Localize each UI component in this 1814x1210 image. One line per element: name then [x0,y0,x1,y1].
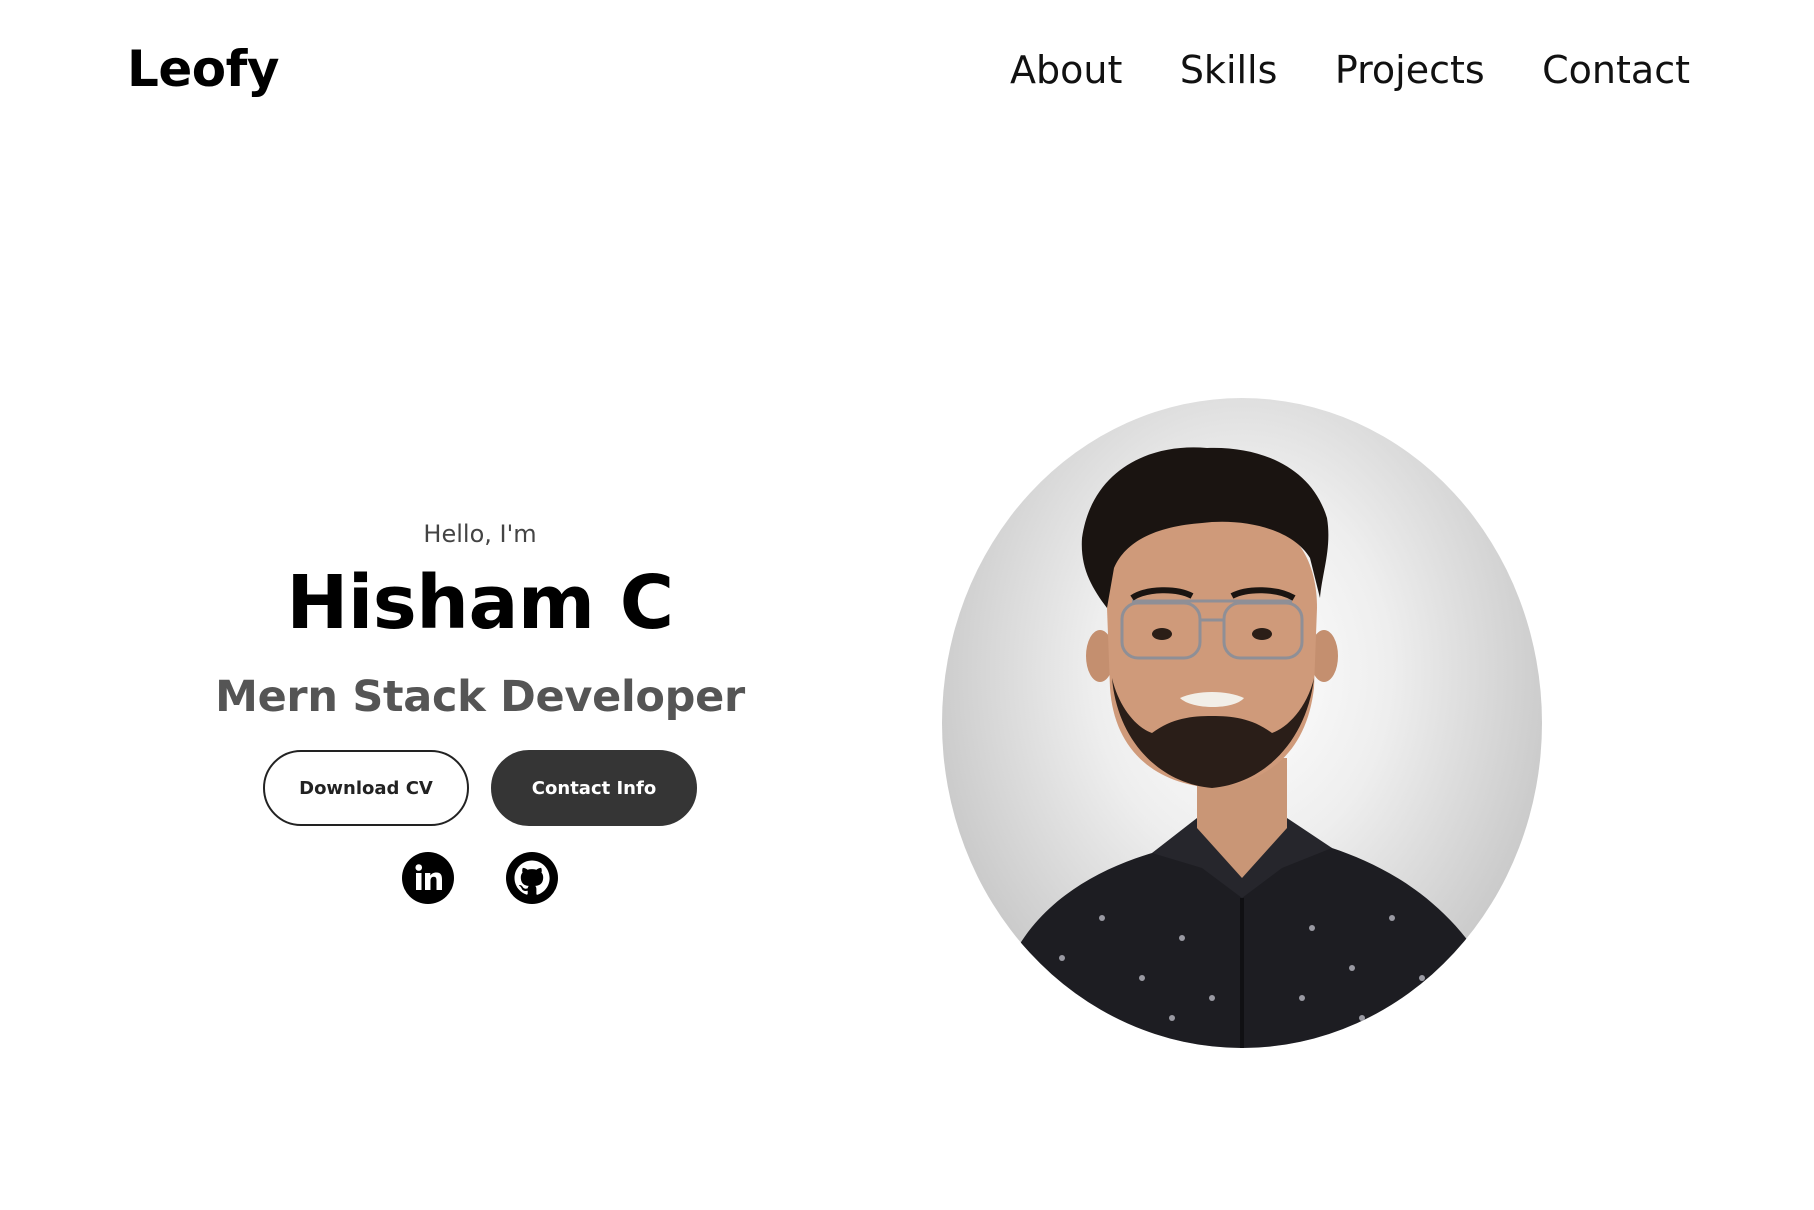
github-icon[interactable] [506,852,558,904]
nav-projects[interactable]: Projects [1335,48,1485,92]
nav-about[interactable]: About [1010,48,1122,92]
profile-portrait-illustration [982,447,1532,1048]
profile-photo [942,398,1542,1048]
nav-skills[interactable]: Skills [1180,48,1278,92]
hero-section: Hello, I'm Hisham C Mern Stack Developer… [180,520,780,904]
main-nav: About Skills Projects Contact [1010,48,1690,92]
nav-contact[interactable]: Contact [1542,48,1690,92]
page: Leofy About Skills Projects Contact Hell… [0,0,1814,1210]
social-links [180,852,780,904]
greeting-text: Hello, I'm [423,520,537,548]
logo[interactable]: Leofy [127,40,279,98]
hero-buttons: Download CV Contact Info [180,750,780,826]
contact-info-button[interactable]: Contact Info [491,750,697,826]
linkedin-icon[interactable] [402,852,454,904]
download-cv-button[interactable]: Download CV [263,750,469,826]
hero-name: Hisham C [286,560,674,646]
hero-role: Mern Stack Developer [215,672,745,722]
